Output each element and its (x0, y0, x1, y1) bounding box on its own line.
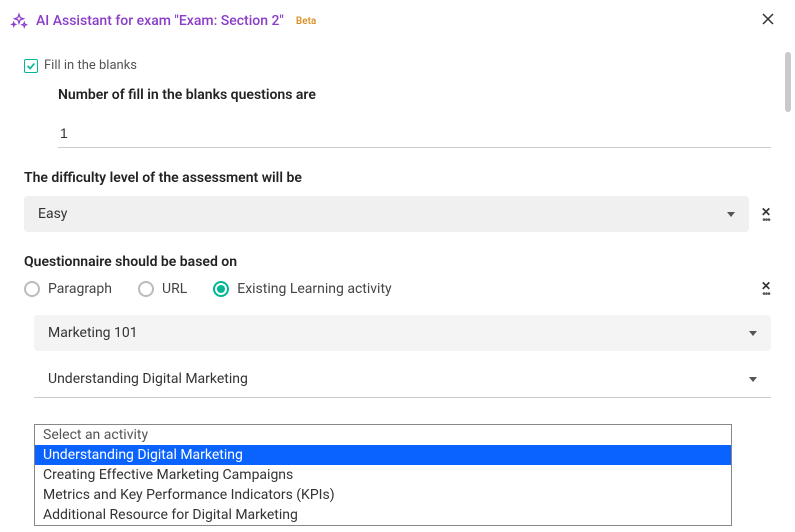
basis-radio-url-label: URL (162, 281, 187, 297)
difficulty-clear-button[interactable]: ✕ ••• (761, 206, 771, 223)
fill-blanks-subsection: Number of fill in the blanks questions a… (24, 87, 771, 148)
dots-icon: ••• (762, 292, 770, 297)
basis-label: Questionnaire should be based on (24, 254, 771, 270)
basis-clear-button[interactable]: ✕ ••• (761, 280, 771, 297)
dialog-title: AI Assistant for exam "Exam: Section 2" (36, 13, 284, 29)
scrollbar-thumb[interactable] (785, 52, 791, 112)
activity-dropdown-item[interactable]: Creating Effective Marketing Campaigns (35, 465, 731, 485)
activity-dropdown-item[interactable]: Understanding Digital Marketing (35, 445, 731, 465)
check-icon (26, 61, 36, 71)
activity-dropdown-placeholder[interactable]: Select an activity (35, 425, 731, 445)
scrollbar[interactable] (783, 52, 793, 528)
course-select[interactable]: Marketing 101 (34, 315, 771, 351)
dots-icon: ••• (762, 218, 770, 223)
header-left: AI Assistant for exam "Exam: Section 2" … (10, 12, 316, 30)
difficulty-label: The difficulty level of the assessment w… (24, 170, 771, 186)
difficulty-select[interactable]: Easy (24, 196, 749, 232)
chevron-down-icon (749, 331, 757, 336)
fill-blanks-count-label: Number of fill in the blanks questions a… (58, 87, 771, 103)
basis-row: Paragraph URL Existing Learning activity… (24, 280, 771, 297)
chevron-down-icon (727, 212, 735, 217)
fill-blanks-checkbox[interactable] (24, 59, 38, 73)
fill-blanks-label: Fill in the blanks (44, 58, 137, 73)
activity-value: Understanding Digital Marketing (48, 371, 248, 387)
basis-radio-url[interactable]: URL (138, 281, 187, 297)
dialog-header: AI Assistant for exam "Exam: Section 2" … (0, 0, 795, 42)
sparkle-icon (10, 12, 28, 30)
fill-blanks-checkbox-row: Fill in the blanks (24, 58, 771, 73)
activity-dropdown: Select an activity Understanding Digital… (34, 424, 732, 526)
basis-radio-paragraph-label: Paragraph (48, 281, 112, 297)
activity-dropdown-item[interactable]: Additional Resource for Digital Marketin… (35, 505, 731, 525)
radio-icon (213, 281, 229, 297)
difficulty-row: Easy ✕ ••• (24, 196, 771, 232)
dialog-content: Fill in the blanks Number of fill in the… (0, 42, 795, 398)
activity-select[interactable]: Understanding Digital Marketing (34, 361, 771, 398)
radio-icon (138, 281, 154, 297)
radio-icon (24, 281, 40, 297)
basis-selects-wrap: Marketing 101 Understanding Digital Mark… (24, 315, 771, 398)
basis-radio-paragraph[interactable]: Paragraph (24, 281, 112, 297)
chevron-down-icon (749, 377, 757, 382)
scrollbar-track[interactable] (785, 52, 791, 528)
basis-radio-group: Paragraph URL Existing Learning activity (24, 281, 392, 297)
fill-blanks-count-input[interactable] (58, 119, 771, 148)
difficulty-value: Easy (38, 206, 67, 222)
basis-radio-existing-label: Existing Learning activity (237, 281, 391, 297)
beta-badge: Beta (296, 16, 316, 27)
close-button[interactable] (757, 8, 779, 34)
radio-dot-icon (217, 285, 225, 293)
activity-dropdown-item[interactable]: Metrics and Key Performance Indicators (… (35, 485, 731, 505)
course-value: Marketing 101 (48, 325, 138, 341)
basis-radio-existing[interactable]: Existing Learning activity (213, 281, 391, 297)
